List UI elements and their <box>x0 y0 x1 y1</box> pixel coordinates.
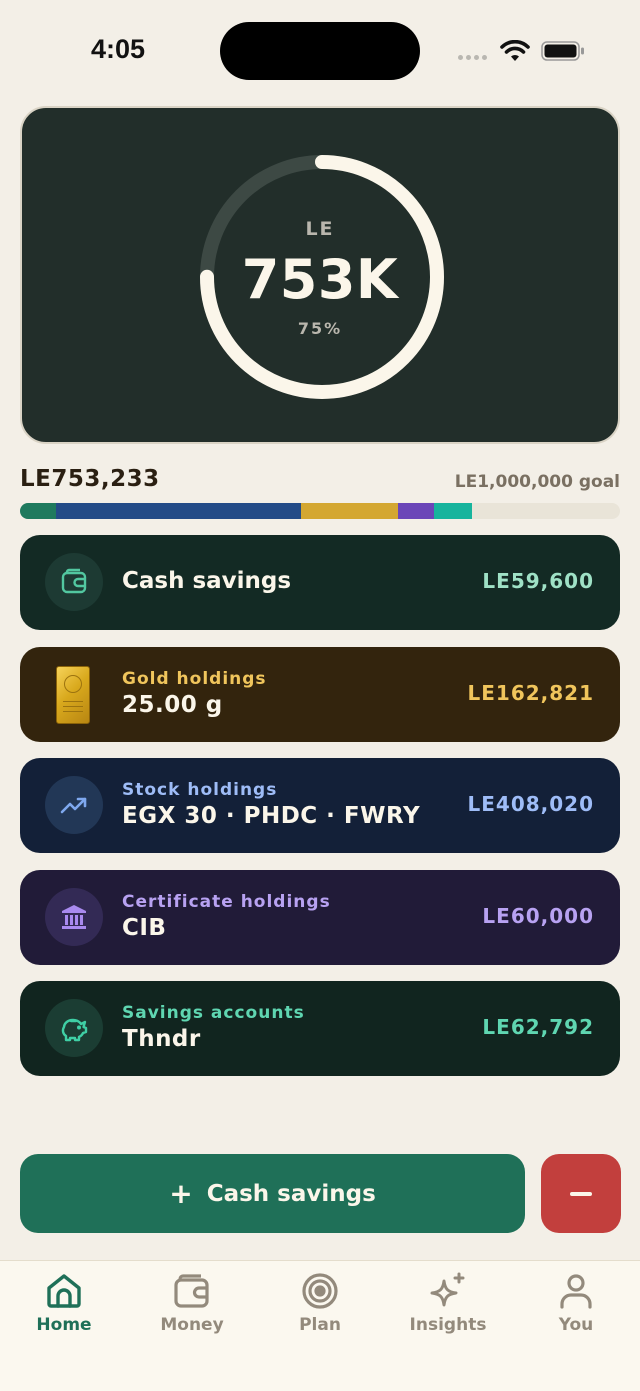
tab-label: Insights <box>409 1315 487 1335</box>
holding-label: Certificate holdings <box>122 892 331 912</box>
wallet-icon <box>174 1274 209 1308</box>
allocation-segment-stocks <box>55 503 301 519</box>
holding-label: Savings accounts <box>122 1003 305 1023</box>
status-bar: 4:05 <box>0 0 640 100</box>
target-icon <box>302 1273 338 1309</box>
wifi-icon <box>500 40 530 61</box>
add-cash-savings-label: Cash savings <box>206 1180 376 1207</box>
hero-percent: 75% <box>297 319 343 338</box>
minus-icon <box>570 1191 592 1196</box>
holding-card-gold[interactable]: Gold holdings 25.00 g LE162,821 <box>20 647 620 742</box>
holding-label: Stock holdings <box>122 780 278 800</box>
tab-home[interactable]: Home <box>0 1271 128 1335</box>
net-worth-card[interactable]: LE 753K 75% <box>20 106 620 444</box>
bank-icon <box>45 888 103 946</box>
status-time: 4:05 <box>90 34 146 64</box>
tab-money[interactable]: Money <box>128 1271 256 1335</box>
wallet-icon <box>45 553 103 611</box>
allocation-segment-gold <box>300 503 399 519</box>
holding-value: LE60,000 <box>482 904 594 928</box>
holding-card-certificates[interactable]: Certificate holdings CIB LE60,000 <box>20 870 620 965</box>
add-cash-savings-button[interactable]: + Cash savings <box>20 1154 525 1233</box>
dynamic-island <box>220 22 420 80</box>
tab-label: Plan <box>299 1315 341 1335</box>
holding-value: LE408,020 <box>467 792 594 816</box>
sparkle-icon <box>430 1272 465 1307</box>
tab-you[interactable]: You <box>512 1271 640 1335</box>
allocation-bar <box>20 503 620 519</box>
total-amount: LE753,233 <box>20 466 160 492</box>
plus-icon: + <box>169 1176 193 1210</box>
cellular-signal-icon <box>458 55 487 60</box>
trend-up-icon <box>45 776 103 834</box>
battery-icon <box>541 41 584 61</box>
hero-currency: LE <box>305 218 335 240</box>
tab-label: Money <box>160 1315 224 1335</box>
holding-detail: CIB <box>122 915 167 941</box>
tab-bar: Home Money Plan Insights You <box>0 1260 640 1391</box>
holding-detail: EGX 30 · PHDC · FWRY <box>122 803 421 829</box>
goal-amount: LE1,000,000 goal <box>454 472 620 492</box>
gold-bar-icon <box>56 666 90 724</box>
holding-value: LE59,600 <box>482 569 594 593</box>
holding-title: Cash savings <box>122 568 292 594</box>
piggy-bank-icon <box>45 999 103 1057</box>
tab-label: You <box>558 1315 594 1335</box>
holding-value: LE62,792 <box>482 1015 594 1039</box>
person-icon <box>560 1274 592 1309</box>
holding-detail: 25.00 g <box>122 692 223 718</box>
tab-insights[interactable]: Insights <box>384 1271 512 1335</box>
tab-label: Home <box>36 1315 92 1335</box>
remove-button[interactable] <box>541 1154 621 1233</box>
home-icon <box>47 1274 81 1308</box>
allocation-segment-certificates <box>398 503 435 519</box>
allocation-segment-cash <box>20 503 56 519</box>
holding-card-savings-accounts[interactable]: Savings accounts Thndr LE62,792 <box>20 981 620 1076</box>
holding-value: LE162,821 <box>467 681 594 705</box>
holding-label: Gold holdings <box>122 669 267 689</box>
hero-amount: 753K <box>241 248 399 311</box>
holding-card-cash[interactable]: Cash savings LE59,600 <box>20 535 620 630</box>
allocation-segment-savings <box>434 503 472 519</box>
holding-detail: Thndr <box>122 1026 201 1052</box>
tab-plan[interactable]: Plan <box>256 1271 384 1335</box>
holding-card-stocks[interactable]: Stock holdings EGX 30 · PHDC · FWRY LE40… <box>20 758 620 853</box>
